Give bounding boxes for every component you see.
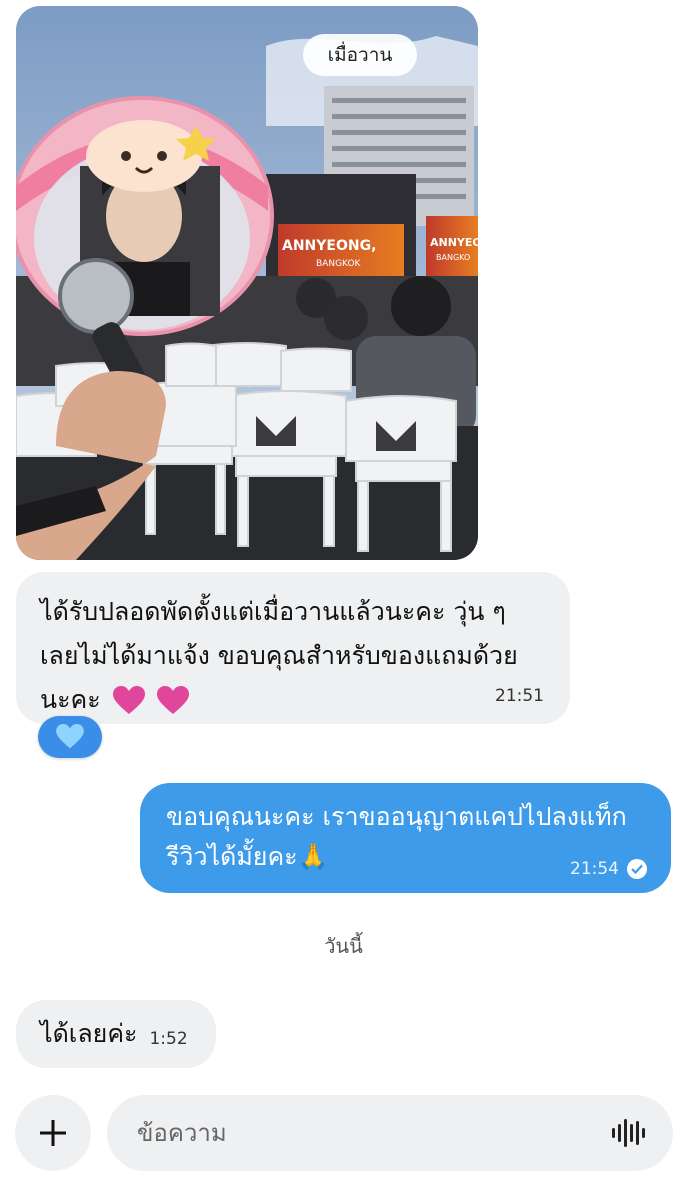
message-meta: 21:54 (570, 859, 647, 879)
message-line-text: นะคะ (40, 685, 101, 714)
date-pill-yesterday: เมื่อวาน (303, 34, 417, 76)
message-time: 21:51 (495, 686, 544, 706)
light-blue-heart-icon (56, 724, 84, 749)
incoming-message-bubble[interactable]: ได้รับปลอดพัดตั้งแต่เมื่อวานแล้วนะคะ วุ่… (16, 572, 570, 724)
pink-heart-icon (156, 686, 189, 714)
pink-heart-icon (112, 686, 145, 714)
message-composer[interactable] (107, 1095, 673, 1171)
message-input[interactable] (135, 1118, 579, 1148)
outgoing-message-bubble[interactable]: ขอบคุณนะคะ เราขออนุญาตแคปไปลงแท็ก รีวิวไ… (140, 783, 671, 893)
side-screen-text: ANNYEON (430, 236, 478, 249)
stage-screen-subtext: BANGKOK (316, 259, 362, 269)
plus-icon (40, 1120, 66, 1146)
message-text: ได้เลยค่ะ (40, 1019, 138, 1048)
message-line: ขอบคุณนะคะ เราขออนุญาตแคปไปลงแท็ก (166, 802, 627, 831)
attach-button[interactable] (15, 1095, 91, 1171)
read-check-icon (627, 859, 647, 879)
incoming-message-bubble[interactable]: ได้เลยค่ะ 1:52 (16, 1000, 216, 1068)
reaction-badge[interactable] (38, 716, 102, 758)
message-time: 1:52 (149, 1029, 188, 1049)
day-divider: วันนี้ (324, 934, 363, 958)
stage-screen-text: ANNYEONG, (282, 238, 376, 254)
message-line-last: นะคะ (40, 678, 546, 722)
voice-waveform-icon[interactable] (611, 1118, 645, 1148)
side-screen-subtext: BANGKO (436, 253, 470, 262)
shared-photo[interactable]: ANNYEONG, BANGKOK ANNYEON BANGKO (16, 6, 478, 560)
message-time: 21:54 (570, 859, 619, 879)
message-line: เลยไม่ได้มาแจ้ง ขอบคุณสำหรับของแถมด้วย (40, 641, 518, 670)
concert-photo: ANNYEONG, BANGKOK ANNYEON BANGKO (16, 6, 478, 560)
message-line: ได้รับปลอดพัดตั้งแต่เมื่อวานแล้วนะคะ วุ่… (40, 597, 506, 626)
